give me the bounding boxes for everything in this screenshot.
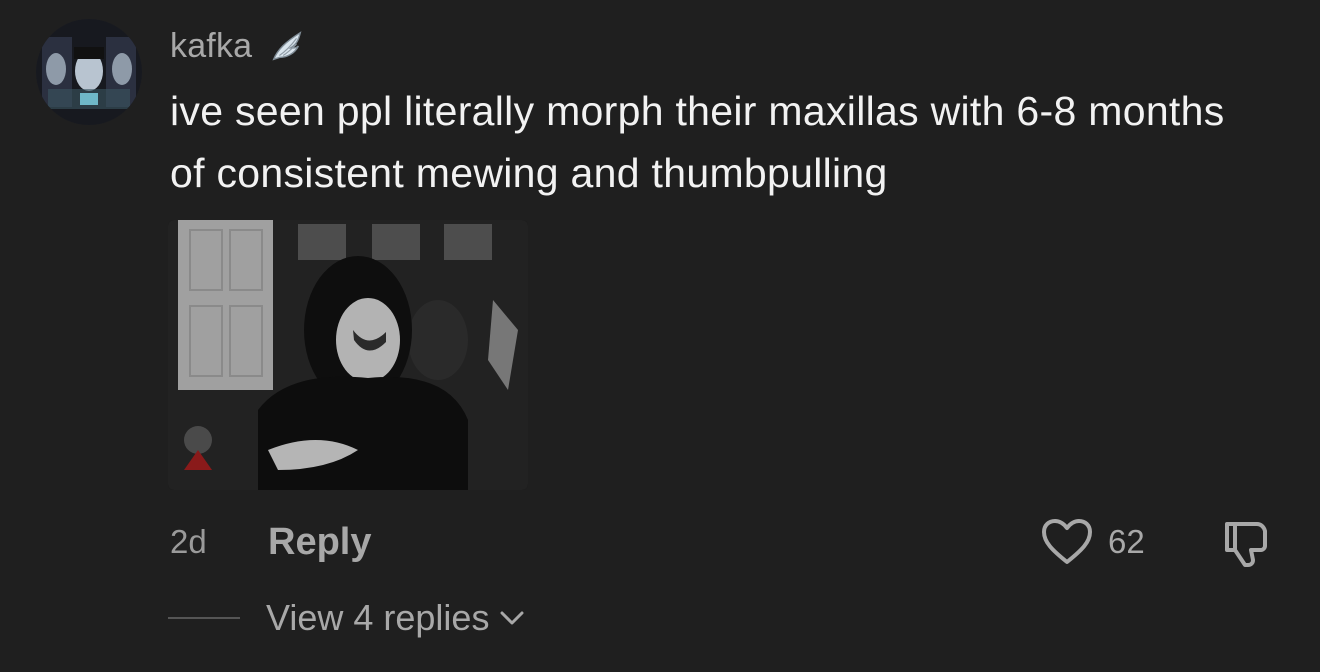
dislike-button[interactable]	[1218, 514, 1276, 570]
like-count: 62	[1108, 523, 1145, 560]
replies-divider	[168, 617, 240, 619]
timestamp: 2d	[170, 523, 207, 560]
attached-image[interactable]	[168, 220, 528, 490]
reply-button[interactable]: Reply	[268, 521, 371, 564]
username-row: kafka	[170, 22, 306, 70]
avatar-image	[36, 19, 142, 125]
avatar[interactable]	[36, 19, 142, 125]
heart-outline-icon	[1042, 519, 1092, 564]
comment-text: ive seen ppl literally morph their maxil…	[170, 88, 1225, 196]
thumbs-down-icon	[1225, 522, 1267, 567]
meta-row: 2d Reply	[170, 514, 371, 570]
like-button[interactable]: 62	[1040, 514, 1145, 570]
username[interactable]: kafka	[170, 27, 252, 66]
attached-photo	[168, 220, 528, 490]
wing-icon	[272, 31, 302, 61]
view-replies-button[interactable]: View 4 replies	[266, 597, 525, 639]
comment-container: kafka ive seen ppl literally morph their…	[0, 0, 1320, 672]
chevron-down-icon	[500, 611, 524, 625]
replies-row: View 4 replies	[168, 594, 525, 642]
view-replies-label: View 4 replies	[266, 597, 490, 638]
